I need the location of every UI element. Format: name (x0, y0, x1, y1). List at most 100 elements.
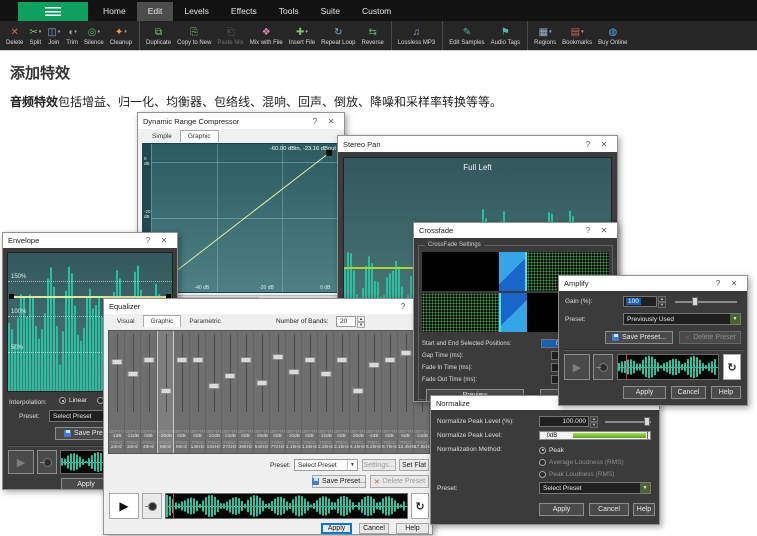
slider-handle[interactable] (400, 350, 411, 356)
envelope-title-bar[interactable]: Envelope ? ✕ (3, 233, 177, 248)
envelope-handle[interactable] (9, 294, 14, 299)
ribbon-button[interactable]: ◍ ▾ Buy Online (595, 21, 630, 50)
slider-handle[interactable] (224, 373, 235, 379)
help-button[interactable]: Help (396, 523, 429, 534)
peak-level-bar[interactable]: 0dB (539, 431, 651, 440)
save-preset-button[interactable]: Save Preset... (312, 475, 366, 488)
help-icon[interactable]: ? (395, 302, 411, 311)
drc-tab[interactable]: Simple (144, 130, 180, 142)
ribbon-button[interactable]: ◫ ▾ Join (44, 21, 63, 50)
delete-preset-button[interactable]: ✕Delete Preset (370, 475, 429, 488)
peak-percent-spinner[interactable]: ▲▼ (590, 416, 598, 427)
slider-handle[interactable] (368, 362, 379, 368)
equalizer-title-bar[interactable]: Equalizer ? ✕ (104, 299, 432, 314)
level-marker[interactable] (647, 432, 650, 439)
ribbon-button[interactable]: ▦ ▾ Regions (531, 21, 559, 50)
help-icon[interactable]: ? (580, 140, 596, 149)
slider-handle[interactable] (352, 388, 363, 394)
set-flat-button[interactable]: Set Flat (399, 459, 429, 471)
equalizer-band[interactable]: DEPTH -13dB FREQ 273Hz (222, 331, 238, 453)
method-option[interactable]: Peak (539, 444, 624, 456)
loop-button[interactable]: ↻ (723, 354, 741, 380)
help-icon[interactable]: ? (710, 279, 726, 288)
gain-spinner[interactable]: ▲▼ (658, 296, 666, 307)
equalizer-band[interactable]: DEPTH 6dB FREQ 12.4kHz (398, 331, 414, 453)
method-option[interactable]: Peak Loudness (RMS) (539, 468, 624, 480)
ribbon-button[interactable]: ⇆ ▾ Reverse (359, 21, 392, 50)
equalizer-band[interactable]: DEPTH -10dB FREQ 1.1kHz (286, 331, 302, 453)
slider-handle[interactable] (288, 369, 299, 375)
ribbon-button[interactable]: ✂ ▾ Split (26, 21, 44, 50)
equalizer-band[interactable]: DEPTH 0dB FREQ 48Hz (141, 331, 157, 453)
equalizer-band[interactable]: DEPTH -1dB FREQ 24Hz (109, 331, 125, 453)
bands-count-input[interactable]: 20 (336, 316, 356, 327)
ribbon-button[interactable]: ❖ ▾ Mix with File (247, 21, 286, 50)
equalizer-band[interactable]: DEPTH 0dB FREQ 8.7kHz (382, 331, 398, 453)
preset-select[interactable]: Select Preset▼ (539, 482, 651, 494)
slider-thumb[interactable] (644, 417, 650, 426)
equalizer-band[interactable]: DEPTH -19dB FREQ 546Hz (254, 331, 270, 453)
monitor-button[interactable] (593, 354, 613, 380)
equalizer-band[interactable]: DEPTH 0dB FREQ 136Hz (190, 331, 206, 453)
ribbon-button[interactable]: ✎ ▾ Edit Samples (446, 21, 487, 50)
preset-select[interactable]: Select Preset▼ (294, 459, 358, 471)
bands-spinner[interactable]: ▲▼ (357, 316, 365, 327)
equalizer-band[interactable]: DEPTH 0dB FREQ 3.1kHz (334, 331, 350, 453)
close-icon[interactable]: ✕ (596, 140, 612, 149)
equalizer-band[interactable]: DEPTH -22dB FREQ 193Hz (206, 331, 222, 453)
radio-icon[interactable] (539, 447, 546, 454)
radio-icon[interactable] (539, 471, 546, 478)
crossfade-title-bar[interactable]: Crossfade ? ✕ (414, 223, 617, 238)
help-button[interactable]: Help (711, 386, 741, 399)
help-button[interactable]: Help (633, 503, 655, 516)
app-menu-button[interactable] (18, 2, 88, 21)
slider-handle[interactable] (192, 357, 203, 363)
ribbon-button[interactable]: ◎ ▾ Silence (81, 21, 107, 50)
ribbon-button[interactable]: ⧉ ▾ Duplicate (143, 21, 174, 50)
slider-handle[interactable] (320, 371, 331, 377)
ribbon-button[interactable]: ✚ ▾ Insert File (286, 21, 318, 50)
gain-input[interactable]: 100 (623, 296, 657, 307)
radio-icon[interactable] (539, 459, 546, 466)
loop-button[interactable]: ↻ (411, 493, 429, 519)
slider-handle[interactable] (304, 357, 315, 363)
equalizer-band[interactable]: DEPTH -26dB FREQ 4.4kHz (350, 331, 366, 453)
ribbon-button[interactable]: ⎘ ▾ Copy to New (174, 21, 214, 50)
amplify-title-bar[interactable]: Amplify ? ✕ (559, 276, 747, 291)
slider-handle[interactable] (384, 357, 395, 363)
peak-percent-input[interactable]: 100.000 (539, 416, 589, 427)
stereo-pan-title-bar[interactable]: Stereo Pan ? ✕ (338, 136, 617, 152)
slider-handle[interactable] (208, 383, 219, 389)
method-option[interactable]: Average Loudness (RMS) (539, 456, 624, 468)
help-icon[interactable]: ? (307, 117, 323, 126)
equalizer-band[interactable]: DEPTH 0dB FREQ 772Hz (270, 331, 286, 453)
drc-title-bar[interactable]: Dynamic Range Compressor ? ✕ (138, 113, 344, 129)
preset-select[interactable]: Previously Used▼ (623, 313, 741, 325)
slider-handle[interactable] (160, 388, 171, 394)
cancel-button[interactable]: Cancel (359, 523, 389, 534)
equalizer-tab[interactable]: Visual (109, 315, 143, 327)
peak-percent-slider[interactable] (605, 416, 651, 427)
gain-slider[interactable] (675, 296, 737, 307)
delete-preset-button[interactable]: ✕Delete Preset (679, 331, 741, 344)
equalizer-tab[interactable]: Parametric (181, 315, 228, 327)
ribbon-tab[interactable]: Custom (351, 2, 402, 21)
help-icon[interactable]: ? (140, 236, 156, 245)
equalizer-tab[interactable]: Graphic (143, 315, 182, 327)
ribbon-tab[interactable]: Effects (220, 2, 268, 21)
ribbon-tab[interactable]: Edit (137, 2, 174, 21)
slider-handle[interactable] (143, 357, 154, 363)
slider-handle[interactable] (256, 380, 267, 386)
ribbon-button[interactable]: ✕ ▾ Delete (3, 21, 26, 50)
spin-down-icon[interactable]: ▼ (357, 322, 365, 328)
apply-button[interactable]: Apply (623, 386, 666, 399)
monitor-button[interactable] (142, 493, 162, 519)
spin-down-icon[interactable]: ▼ (590, 422, 598, 428)
cancel-button[interactable]: Cancel (589, 503, 629, 516)
slider-handle[interactable] (272, 354, 283, 360)
close-icon[interactable]: ✕ (156, 236, 172, 245)
slider-handle[interactable] (240, 357, 251, 363)
slider-handle[interactable] (111, 359, 122, 365)
close-icon[interactable]: ✕ (596, 226, 612, 235)
slider-handle[interactable] (127, 371, 138, 377)
